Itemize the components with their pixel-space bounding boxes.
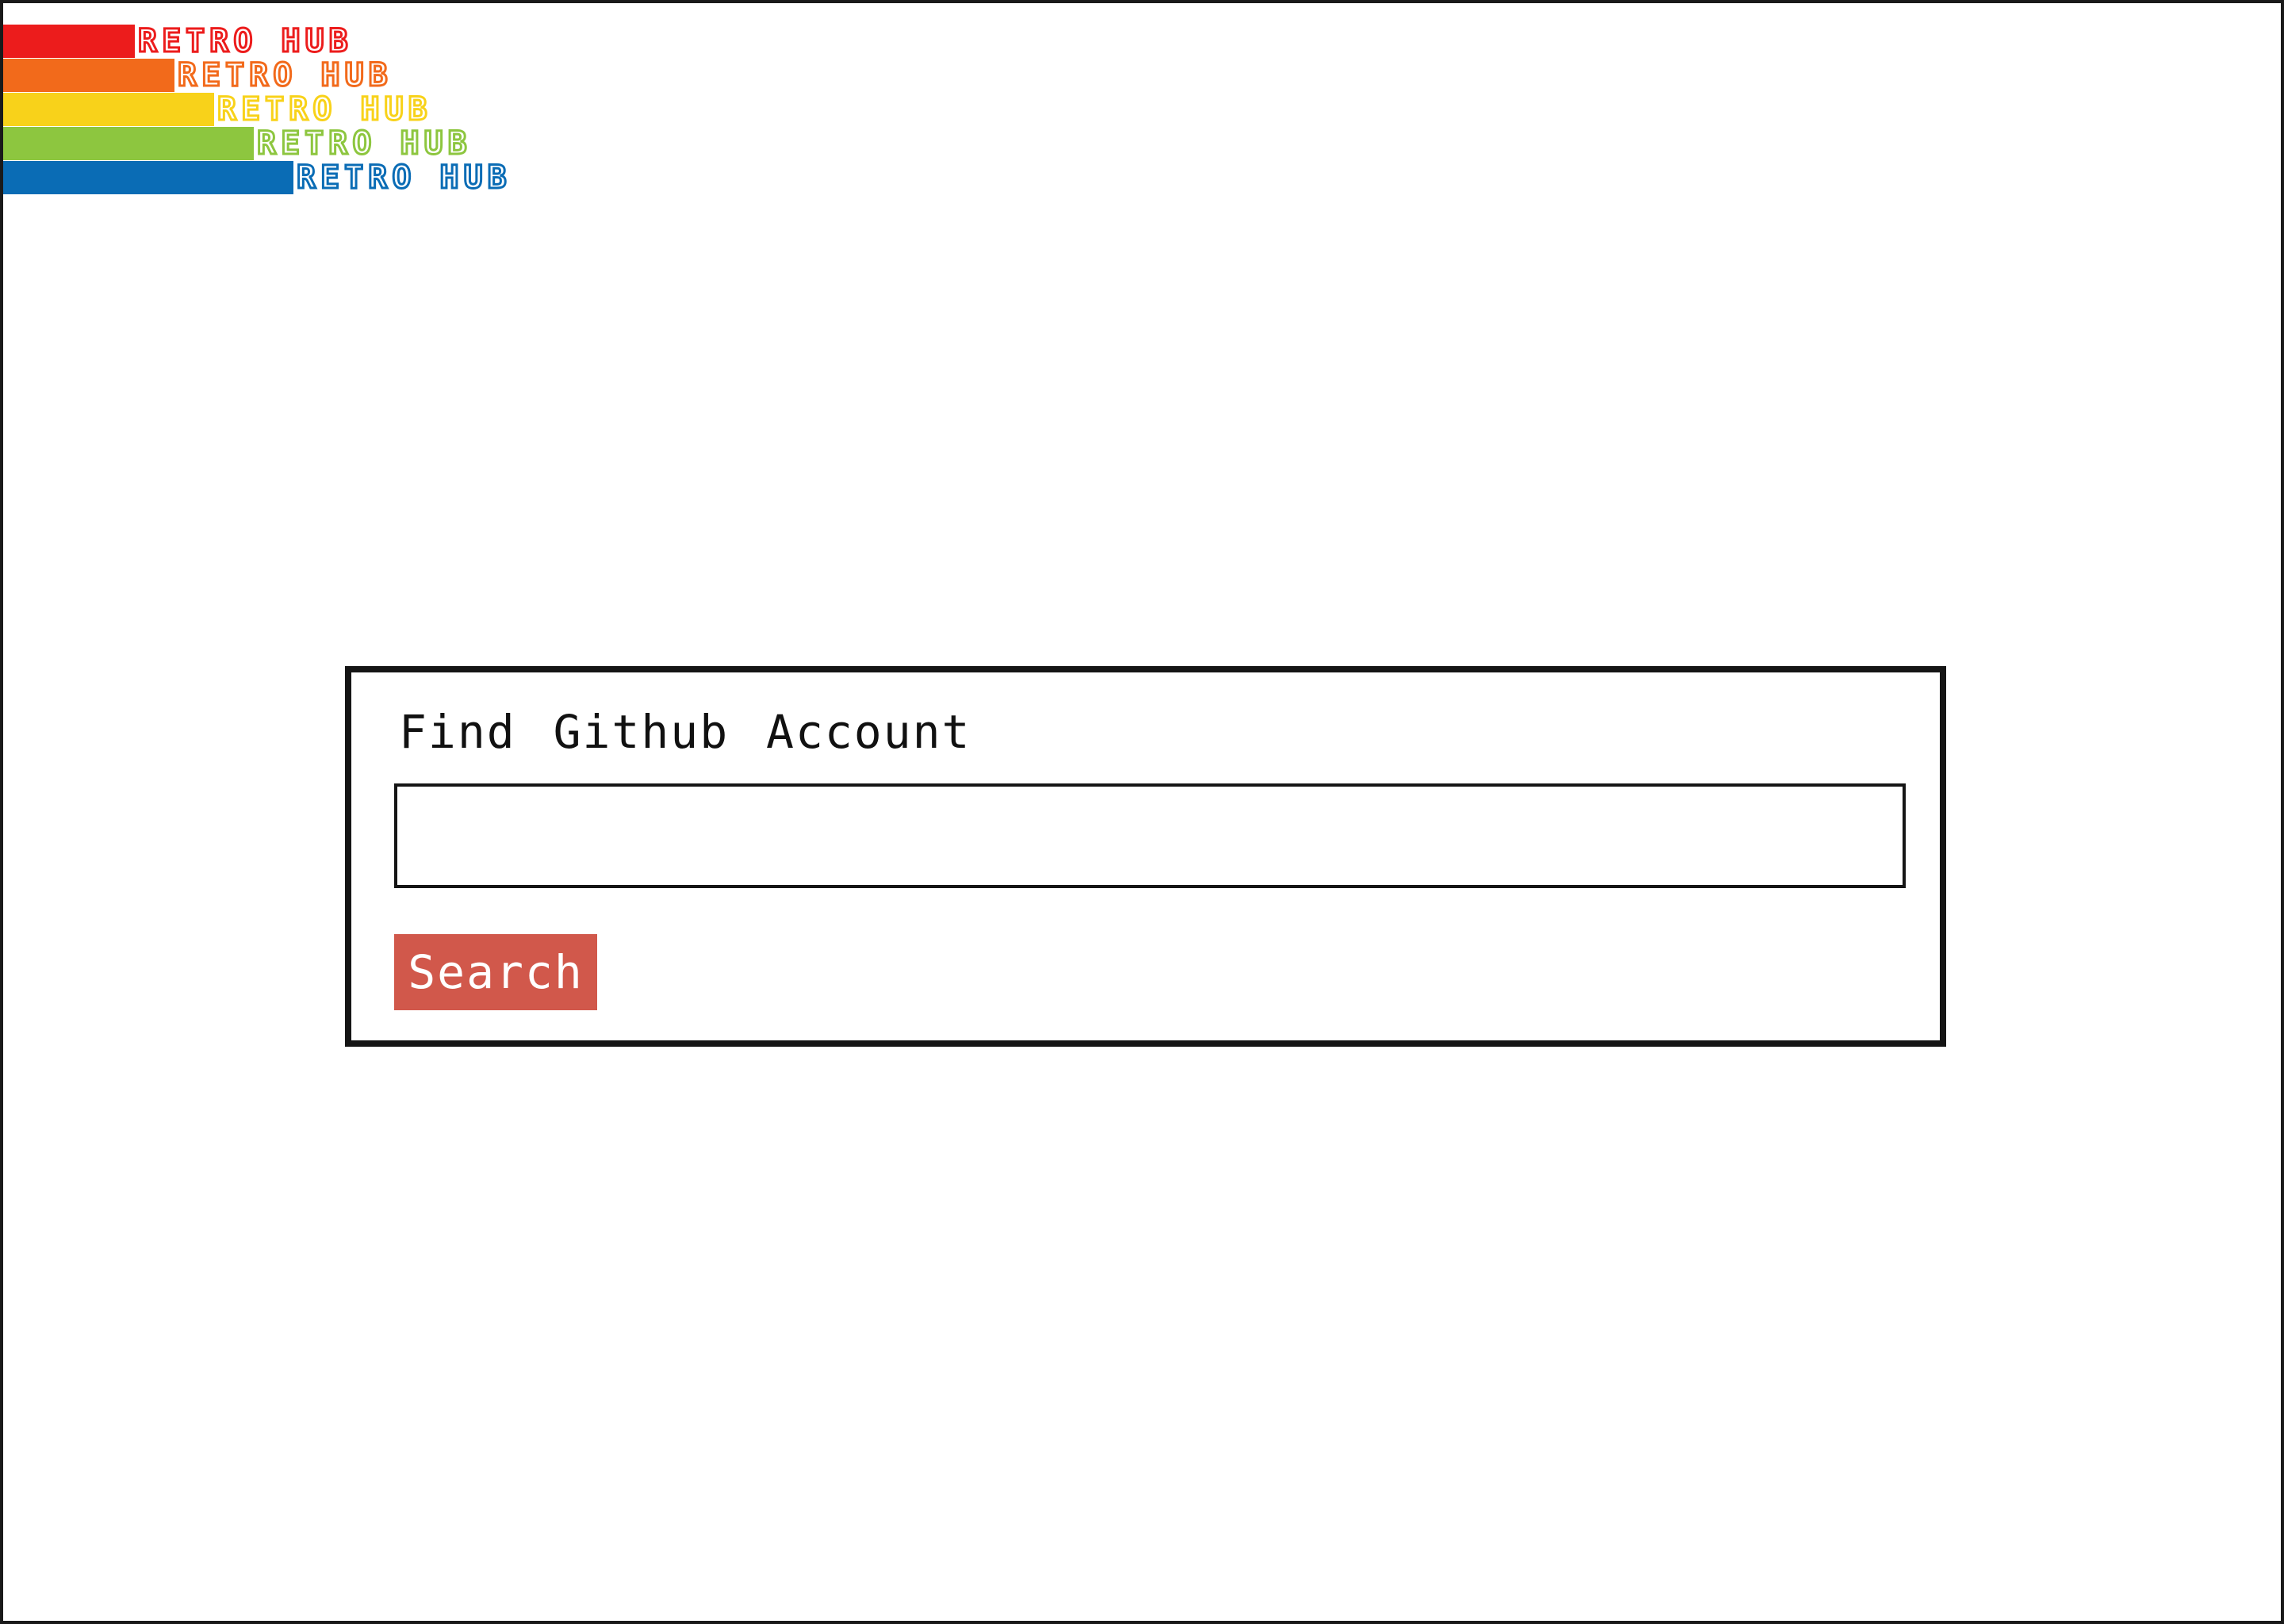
search-card-title: Find Github Account xyxy=(399,705,971,759)
logo-text-orange: RETRO HUB xyxy=(177,57,393,94)
logo-stripe-green xyxy=(3,127,254,160)
logo-stripe-red xyxy=(3,25,135,58)
logo-stripe-orange xyxy=(3,59,174,92)
search-input[interactable] xyxy=(394,783,1906,888)
logo-stripe-blue xyxy=(3,161,293,194)
page: RETRO HUB RETRO HUB RETRO HUB RETRO HUB … xyxy=(0,0,2284,1624)
logo-text-red: RETRO HUB xyxy=(137,23,353,59)
logo-text-green: RETRO HUB xyxy=(256,125,472,162)
search-button[interactable]: Search xyxy=(394,934,597,1010)
logo-text-yellow: RETRO HUB xyxy=(217,91,432,128)
logo-text-blue: RETRO HUB xyxy=(296,159,512,196)
logo-stripe-yellow xyxy=(3,93,214,126)
search-card: Find Github Account Search xyxy=(345,666,1946,1047)
